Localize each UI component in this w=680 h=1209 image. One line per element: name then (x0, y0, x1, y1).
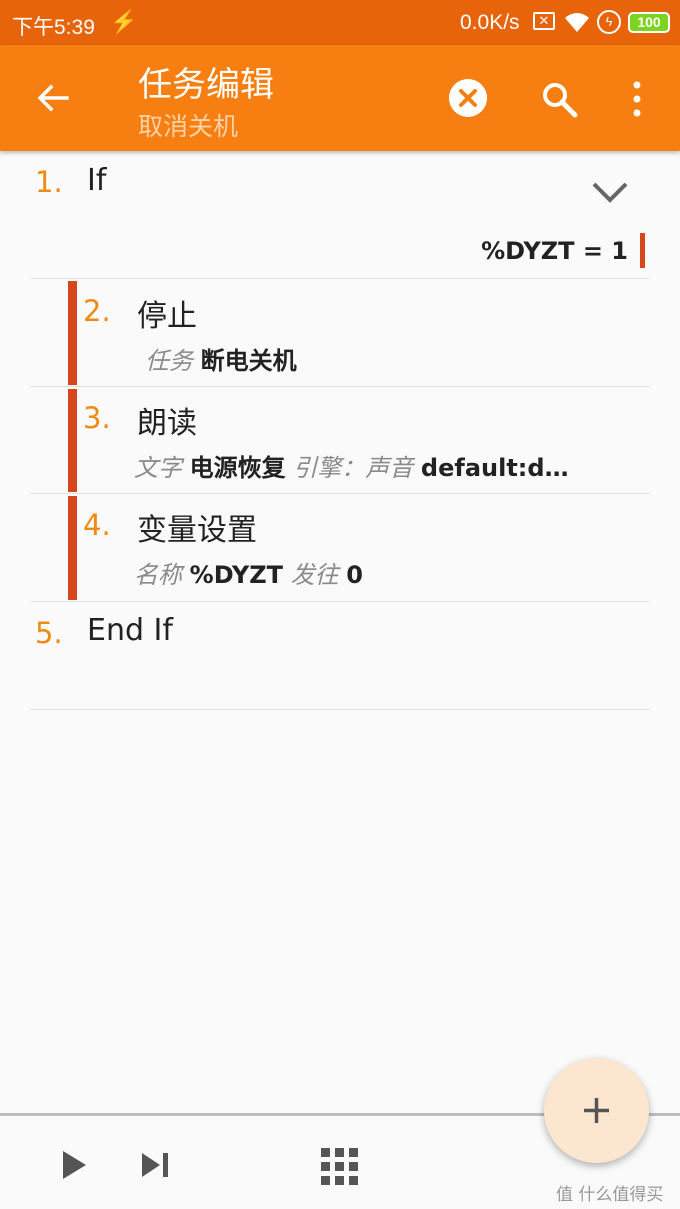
app-bar: 任务编辑 取消关机 (0, 45, 680, 151)
wifi-icon (565, 13, 589, 32)
action-name: End If (87, 613, 173, 648)
indent-bar (68, 389, 77, 492)
add-icon (584, 1098, 609, 1123)
action-params: 文字 电源恢复 引擎：声音 default:d… (134, 448, 569, 483)
param-key: 文字 (134, 454, 182, 482)
action-number: 1. (35, 165, 63, 199)
clear-icon[interactable] (449, 79, 487, 117)
action-number: 2. (83, 294, 111, 328)
condition-marker (640, 233, 645, 268)
add-action-button[interactable] (544, 1058, 649, 1163)
param-value: %DYZT (189, 561, 284, 589)
chevron-down-icon[interactable] (590, 179, 630, 205)
param-key: 引擎：声音 (293, 454, 414, 482)
page-subtitle: 取消关机 (138, 112, 239, 141)
indent-bar (68, 496, 77, 600)
action-name: 变量设置 (137, 513, 257, 548)
grid-icon[interactable] (321, 1148, 358, 1185)
param-value: 0 (346, 561, 363, 589)
if-condition: %DYZT = 1 (481, 237, 628, 265)
action-row-end-if[interactable]: 5. End If (30, 602, 650, 710)
search-icon[interactable] (539, 79, 579, 119)
status-bar: 下午5:39 ⚡ 0.0K/s ✕ ϟ 100 (0, 0, 680, 45)
action-number: 4. (83, 508, 111, 542)
page-title: 任务编辑 (138, 65, 274, 105)
param-value: 断电关机 (200, 347, 297, 375)
action-number: 5. (35, 616, 63, 650)
action-params: 名称 %DYZT 发往 0 (134, 555, 363, 590)
action-row-stop[interactable]: 2. 停止 任务 断电关机 (30, 279, 650, 387)
more-vert-icon[interactable] (625, 79, 649, 119)
param-key: 发往 (290, 561, 339, 589)
action-params: 任务 断电关机 (145, 341, 297, 376)
action-number: 3. (83, 401, 111, 435)
bolt-icon: ⚡ (110, 9, 138, 34)
watermark: 值 什么值得买 (556, 1185, 664, 1205)
step-icon[interactable] (140, 1151, 170, 1179)
status-time: 下午5:39 (12, 16, 95, 39)
network-speed: 0.0K/s (460, 11, 520, 34)
indent-bar (68, 281, 77, 385)
action-name: 朗读 (137, 406, 197, 441)
charging-icon: ϟ (597, 10, 621, 34)
action-name: 停止 (137, 299, 197, 334)
param-value: 电源恢复 (189, 454, 286, 482)
play-icon[interactable] (60, 1149, 88, 1181)
sim-x-icon: ✕ (533, 12, 555, 30)
param-value: default:d… (420, 454, 569, 482)
back-arrow-icon[interactable] (33, 78, 73, 118)
action-row-if[interactable]: 1. If %DYZT = 1 (30, 151, 650, 279)
action-row-variable-set[interactable]: 4. 变量设置 名称 %DYZT 发往 0 (30, 494, 650, 602)
action-row-say[interactable]: 3. 朗读 文字 电源恢复 引擎：声音 default:d… (30, 387, 650, 494)
param-key: 任务 (145, 347, 193, 375)
battery-icon: 100 (628, 12, 670, 33)
param-key: 名称 (134, 561, 182, 589)
action-name: If (87, 163, 107, 198)
